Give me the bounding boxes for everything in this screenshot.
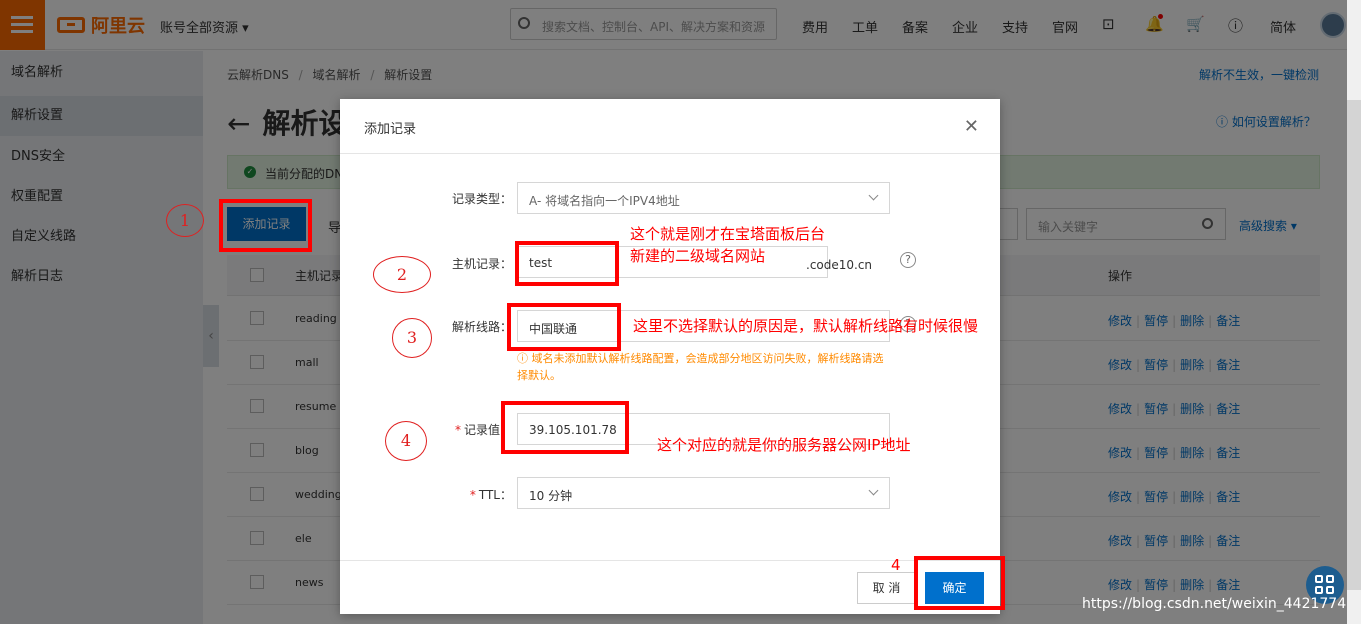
ttl-label-text: TTL： — [478, 488, 512, 502]
line-warning: ⓘ 域名未添加默认解析线路配置，会造成部分地区访问失败，解析线路请选择默认。 — [517, 350, 892, 384]
warning-icon: ⓘ — [517, 352, 532, 365]
annotation-step-4a: 4 — [385, 421, 427, 461]
annotation-box-add — [219, 199, 312, 252]
close-icon[interactable]: ✕ — [964, 116, 979, 137]
chevron-down-icon — [868, 190, 879, 201]
annotation-host-note-2: 新建的二级域名网站 — [630, 247, 766, 265]
chevron-down-icon — [868, 485, 879, 496]
required-mark: * — [454, 423, 461, 437]
annotation-host-note-1: 这个就是刚才在宝塔面板后台 — [630, 225, 826, 243]
ttl-value: 10 分钟 — [529, 489, 573, 503]
annotation-box-line — [507, 303, 621, 351]
annotation-step-1: 1 — [166, 204, 204, 237]
divider — [340, 153, 1000, 154]
annotation-box-host — [515, 241, 619, 286]
add-record-modal: 添加记录 ✕ 记录类型： A- 将域名指向一个IPV4地址 主机记录： test… — [340, 99, 1000, 614]
cancel-button[interactable]: 取 消 — [857, 572, 916, 604]
ttl-label: * TTL： — [392, 486, 512, 503]
warning-text: 域名未添加默认解析线路配置，会造成部分地区访问失败，解析线路请选择默认。 — [517, 352, 884, 382]
record-type-value: A- 将域名指向一个IPV4地址 — [529, 194, 680, 208]
question-icon[interactable]: ? — [900, 252, 916, 268]
record-type-select[interactable]: A- 将域名指向一个IPV4地址 — [517, 182, 890, 214]
divider — [340, 560, 1000, 561]
annotation-line-note: 这里不选择默认的原因是，默认解析线路有时候很慢 — [633, 317, 979, 335]
host-suffix: .code10.cn — [806, 258, 873, 272]
watermark: https://blog.csdn.net/weixin_4421774 — [1082, 596, 1347, 612]
scrollbar-thumb[interactable] — [1347, 100, 1361, 590]
ttl-select[interactable]: 10 分钟 — [517, 477, 890, 509]
type-label: 记录类型： — [451, 192, 512, 206]
annotation-box-value — [501, 401, 629, 454]
annotation-value-note: 这个对应的就是你的服务器公网IP地址 — [657, 436, 911, 454]
annotation-step-4b: 4 — [891, 556, 901, 574]
annotation-step-3: 3 — [392, 318, 432, 358]
annotation-box-confirm — [914, 556, 1005, 610]
required-mark: * — [469, 488, 476, 502]
scrollbar[interactable] — [1347, 0, 1361, 624]
modal-title: 添加记录 — [364, 122, 417, 137]
annotation-step-2: 2 — [373, 256, 431, 293]
